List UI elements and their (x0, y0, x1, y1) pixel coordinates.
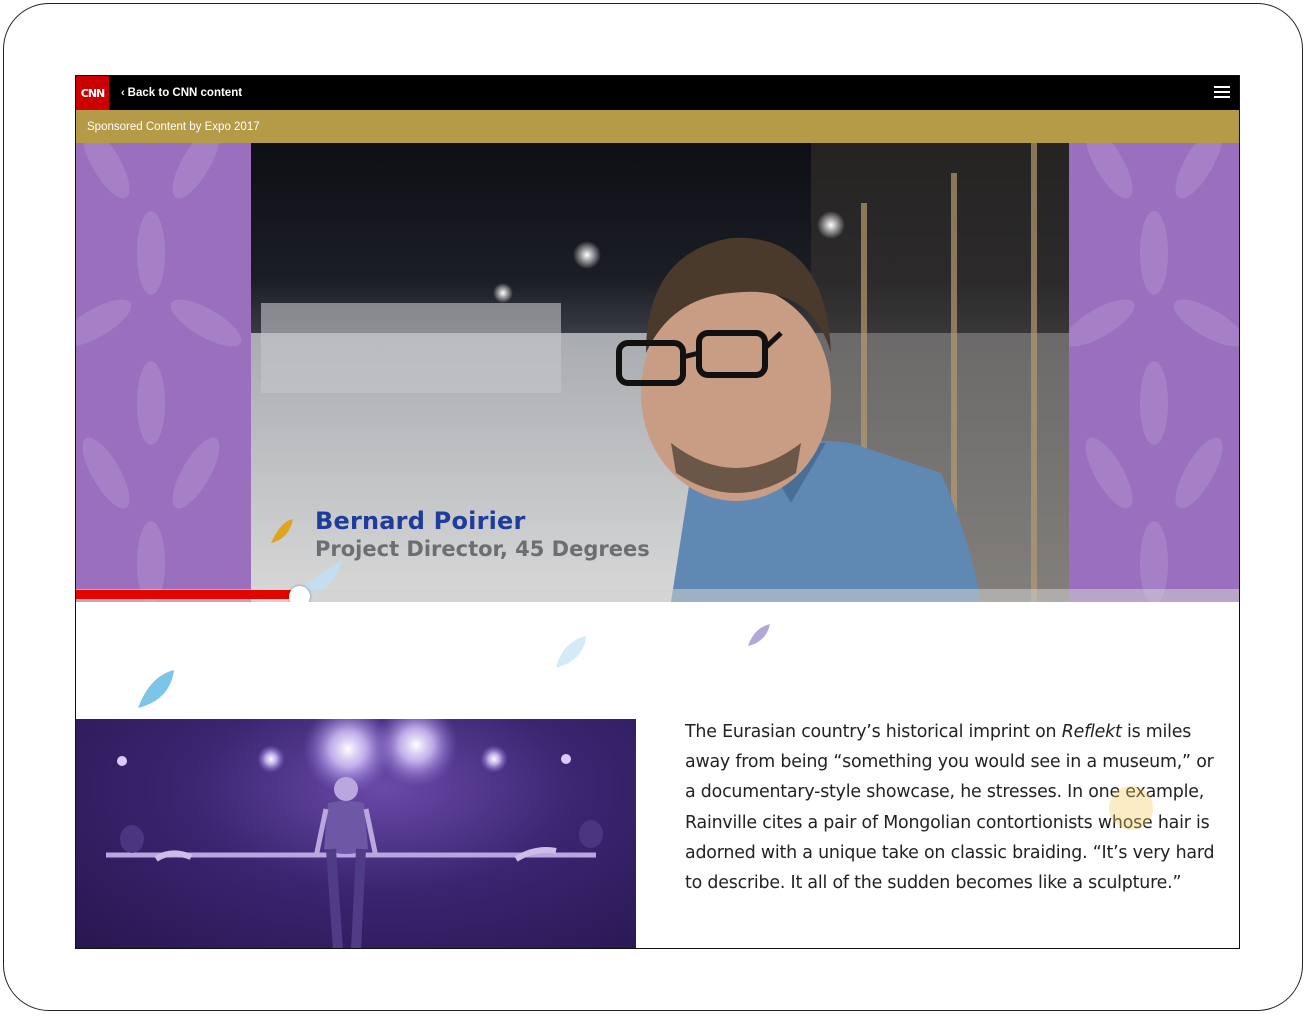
browser-viewport: CNN ‹ Back to CNN content Sponsored Cont… (75, 75, 1240, 949)
lower-third-caption: Bernard Poirier Project Director, 45 Deg… (315, 507, 650, 561)
article-text-start: The Eurasian country’s historical imprin… (685, 722, 1062, 742)
hamburger-menu-icon[interactable] (1214, 86, 1230, 100)
top-nav-bar: CNN ‹ Back to CNN content (76, 76, 1239, 110)
article-italic-title: Reflekt (1061, 722, 1122, 742)
back-to-cnn-link[interactable]: ‹ Back to CNN content (121, 87, 242, 99)
cnn-logo[interactable]: CNN (76, 76, 109, 110)
video-player[interactable]: Bernard Poirier Project Director, 45 Deg… (251, 143, 1071, 602)
article-photo-acrobat (76, 719, 636, 948)
chevron-left-icon: ‹ (121, 87, 125, 99)
hero-video-section: Bernard Poirier Project Director, 45 Deg… (76, 143, 1239, 602)
video-progress-fill (76, 590, 300, 599)
speaker-name: Bernard Poirier (315, 507, 526, 535)
decorative-pattern-right (1069, 143, 1239, 602)
decorative-petal-blue (138, 670, 174, 708)
back-link-label: Back to CNN content (127, 87, 243, 99)
decorative-petal-lightblue (556, 636, 586, 668)
video-scrubber-handle[interactable] (289, 586, 310, 602)
decorative-pattern-left (76, 143, 251, 602)
tablet-frame: CNN ‹ Back to CNN content Sponsored Cont… (3, 3, 1303, 1011)
video-progress-bar[interactable] (76, 586, 1239, 602)
sponsored-label: Sponsored Content by Expo 2017 (87, 120, 260, 133)
acrobat-performance-image (106, 719, 603, 948)
speaker-title: Project Director, 45 Degrees (315, 537, 650, 561)
sponsored-content-banner: Sponsored Content by Expo 2017 (76, 110, 1239, 143)
decorative-dot-yellow (1109, 786, 1153, 830)
decorative-petal-lavender (748, 624, 770, 646)
